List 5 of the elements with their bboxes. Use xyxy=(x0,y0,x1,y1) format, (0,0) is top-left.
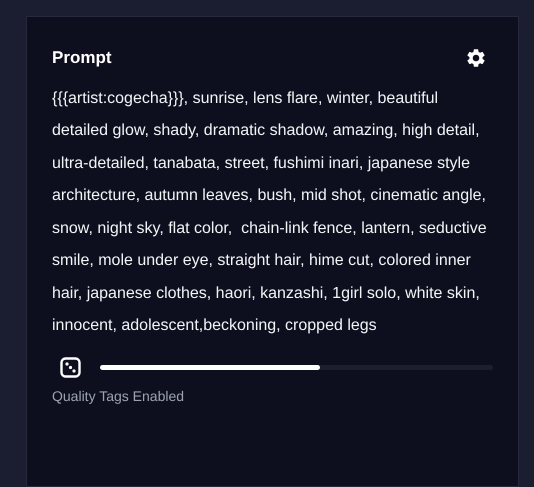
settings-icon[interactable] xyxy=(465,46,487,69)
status-text: Quality Tags Enabled xyxy=(52,386,186,406)
card-title: Prompt xyxy=(52,47,112,69)
prompt-text: {{{artist:cogecha}}}, sunrise, lens flare, winter, beautiful detailed glow, shady, dramatic shadow, amazing, high detail, ultra-detailed, tanabata, street, fushimi inari, japanese style architecture, autumn leaves, bush, mid shot, cinematic angle, snow, night sky, flat color, chain-link fence, lantern, seductive smile, mole under eye, straight hair, hime cut, colored inner hair, japanese clothes, haori, kanzashi, 1girl solo, white skin, innocent, adolescent,beckoning, cropped legs xyxy=(52,88,488,336)
dice-icon[interactable] xyxy=(60,356,81,378)
